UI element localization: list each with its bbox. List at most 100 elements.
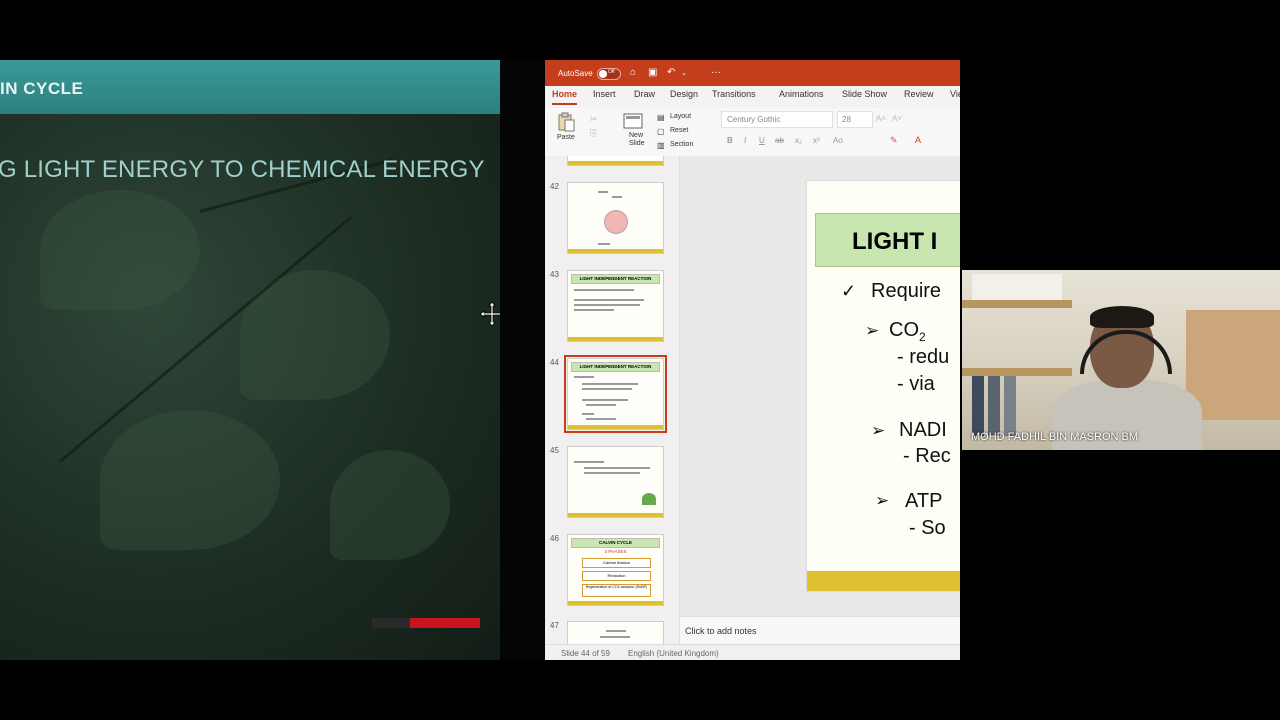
reset-icon: ▢ <box>657 127 665 136</box>
paste-icon[interactable] <box>556 112 576 132</box>
diagram-circle <box>604 210 628 234</box>
strikethrough-icon[interactable]: ab <box>775 136 784 145</box>
layout-button[interactable]: Layout <box>670 113 691 120</box>
plant-image <box>642 493 656 505</box>
cut-icon[interactable]: ✂ <box>590 114 598 125</box>
person-hair <box>1090 306 1154 328</box>
slide-thumbnail-pane: 42 43 LIGHT INDEPENDENT REACTION 44 LIGH… <box>545 156 680 644</box>
slide-thumbnail-45[interactable] <box>567 446 664 518</box>
layout-icon: ▤ <box>657 113 665 122</box>
paper-stack <box>972 274 1062 300</box>
slide-bullet: CO2 <box>889 319 926 344</box>
autosave-label: AutoSave <box>558 69 593 78</box>
leaf-shape <box>100 410 280 550</box>
italic-icon[interactable]: I <box>744 136 746 145</box>
bold-icon[interactable]: B <box>727 136 733 145</box>
decrease-font-icon[interactable]: A˅ <box>892 114 902 123</box>
slide-bullet: - redu <box>897 346 950 368</box>
powerpoint-window: AutoSave Off ⌂ ▣ ↶ ⌄ ··· Home Insert Dra… <box>545 60 960 660</box>
thumbnail-title: LIGHT INDEPENDENT REACTION <box>571 274 660 284</box>
participant-name: MOHD FADHIL BIN MASRON BM <box>971 431 1139 443</box>
thumbnail-box: Carbon fixation <box>582 558 651 568</box>
highlight-icon[interactable]: ✎ <box>890 135 898 146</box>
tab-animations[interactable]: Animations <box>779 89 824 99</box>
font-name-value: Century Gothic <box>727 115 781 124</box>
paste-button[interactable]: Paste <box>557 134 575 141</box>
slide-bullet: NADI <box>899 419 947 441</box>
thumbnail-subtitle: 3 PHASES <box>604 549 627 554</box>
tab-home[interactable]: Home <box>552 89 577 99</box>
font-name-select[interactable]: Century Gothic <box>721 111 833 128</box>
new-slide-icon[interactable] <box>623 112 645 130</box>
arrow-bullet-icon: ➢ <box>875 491 890 510</box>
shelf <box>962 300 1072 308</box>
copy-icon[interactable]: ⎘ <box>590 128 597 139</box>
arrow-bullet-icon: ➢ <box>865 321 880 340</box>
thumbnail-title: CALVIN CYCLE <box>571 538 660 548</box>
slide-thumbnail-43[interactable]: LIGHT INDEPENDENT REACTION <box>567 270 664 342</box>
clear-format-icon[interactable]: Ao <box>833 136 843 145</box>
title-bar: AutoSave Off ⌂ ▣ ↶ ⌄ ··· <box>545 60 960 86</box>
thumbnail-number: 44 <box>550 358 559 367</box>
shelf <box>962 368 1072 376</box>
underline-icon[interactable]: U <box>759 136 765 145</box>
autosave-state: Off <box>608 69 615 75</box>
tab-draw[interactable]: Draw <box>634 89 655 99</box>
language-indicator[interactable]: English (United Kingdom) <box>628 649 719 658</box>
superscript-icon[interactable]: x² <box>813 136 820 145</box>
arrow-bullet-icon: ➢ <box>871 421 886 440</box>
slide-thumbnail-47[interactable] <box>567 621 664 644</box>
slide-title: LIGHT I <box>852 228 938 255</box>
undo-icon[interactable]: ↶ <box>667 67 675 78</box>
increase-font-icon[interactable]: A˄ <box>876 114 886 123</box>
slide-thumbnail-44-selected[interactable]: LIGHT INDEPENDENT REACTION <box>564 355 667 433</box>
tab-insert[interactable]: Insert <box>593 89 616 99</box>
home-icon[interactable]: ⌂ <box>630 67 636 78</box>
slide-thumbnail-46[interactable]: CALVIN CYCLE 3 PHASES Carbon fixation Re… <box>567 534 664 606</box>
more-icon[interactable]: ··· <box>711 67 721 78</box>
webcam-video: MOHD FADHIL BIN MASRON BM <box>962 270 1280 450</box>
status-bar: Slide 44 of 59 English (United Kingdom) <box>545 644 960 660</box>
font-size-select[interactable]: 28 <box>837 111 873 128</box>
thumbnail-number: 43 <box>550 270 559 279</box>
tab-transitions[interactable]: Transitions <box>712 89 756 99</box>
tab-review[interactable]: Review <box>904 89 934 99</box>
slide-bullet: ATP <box>905 490 943 512</box>
slide-subtitle: G LIGHT ENERGY TO CHEMICAL ENERGY <box>0 156 485 183</box>
slide-thumbnail-42[interactable] <box>567 182 664 254</box>
save-icon[interactable]: ▣ <box>648 67 657 78</box>
thumbnail-box: Reduction <box>582 571 651 581</box>
recording-indicator <box>410 618 480 628</box>
binder <box>972 376 984 436</box>
tab-view[interactable]: Vie <box>950 89 960 99</box>
thumbnail-number: 45 <box>550 446 559 455</box>
slide-thumbnail[interactable] <box>567 156 664 166</box>
tab-slide-show[interactable]: Slide Show <box>842 89 887 99</box>
new-slide-button[interactable]: New Slide <box>629 132 653 148</box>
active-tab-indicator <box>552 103 577 105</box>
font-size-value: 28 <box>842 115 851 124</box>
slide-header-bar: IN CYCLE <box>0 60 500 114</box>
chevron-down-icon[interactable]: ⌄ <box>681 69 687 77</box>
thumbnail-number: 47 <box>550 621 559 630</box>
section-button[interactable]: Section <box>670 141 693 148</box>
slide-editor[interactable]: LIGHT I ✓ Require ➢ CO2 - redu - via ➢ N… <box>680 156 960 644</box>
co2-subscript: 2 <box>919 330 926 344</box>
shared-slide-view: IN CYCLE G LIGHT ENERGY TO CHEMICAL ENER… <box>0 60 500 660</box>
current-slide[interactable]: LIGHT I ✓ Require ➢ CO2 - redu - via ➢ N… <box>806 180 960 592</box>
thumbnail-title: LIGHT INDEPENDENT REACTION <box>571 362 660 372</box>
co2-text: CO <box>889 319 919 341</box>
panel-divider <box>500 60 544 660</box>
slide-bullet: - Rec <box>903 445 951 467</box>
leaf-shape <box>330 450 450 560</box>
tab-design[interactable]: Design <box>670 89 698 99</box>
leaf-shape <box>40 190 200 310</box>
checkmark-icon: ✓ <box>841 281 857 301</box>
subscript-icon[interactable]: x₂ <box>795 136 802 145</box>
binder <box>988 376 1000 436</box>
font-color-icon[interactable]: A <box>915 135 921 145</box>
slide-bullet: - via <box>897 373 935 395</box>
binder <box>1004 376 1016 436</box>
notes-pane[interactable]: Click to add notes <box>680 616 960 645</box>
reset-button[interactable]: Reset <box>670 127 688 134</box>
